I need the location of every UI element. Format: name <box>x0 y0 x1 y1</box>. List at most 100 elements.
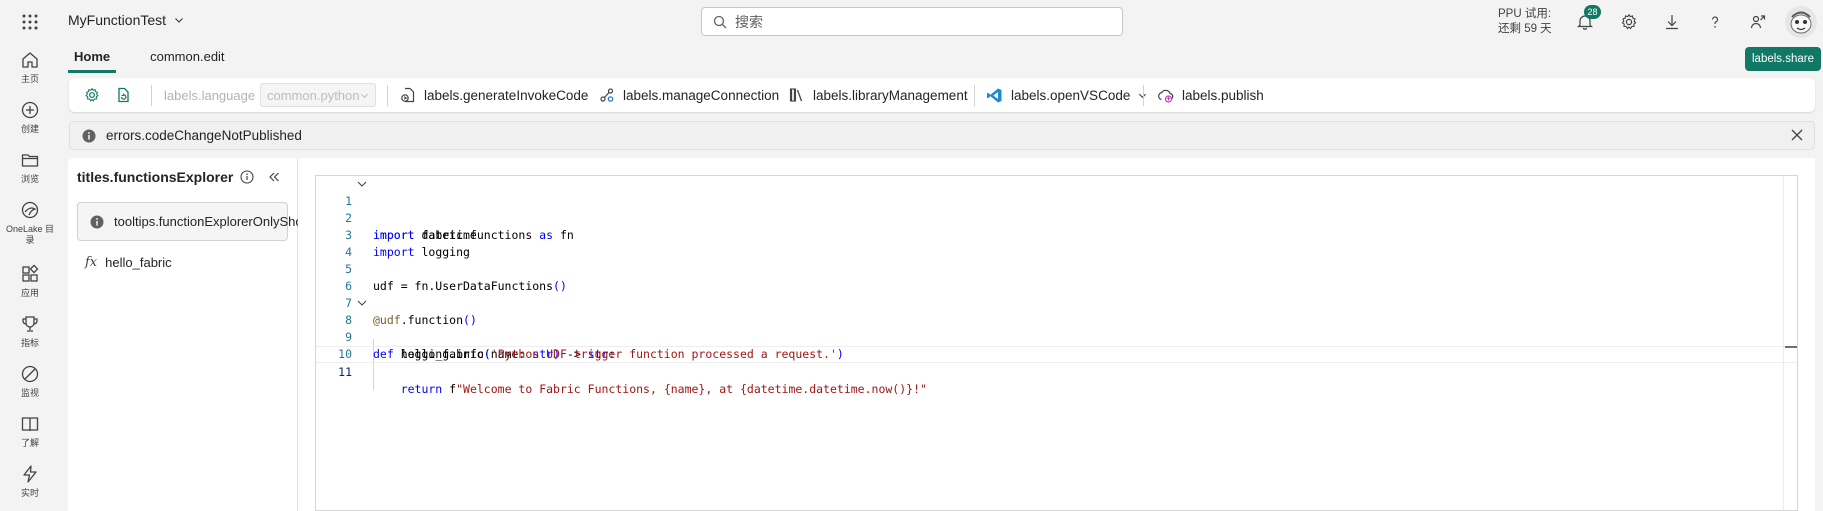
code-line: 6 <box>316 261 1797 293</box>
double-chevron-left-icon <box>267 170 281 184</box>
ribbon-tabs: Home common.edit <box>68 45 231 75</box>
apps-icon <box>20 264 40 284</box>
tooltip-text: tooltips.functionExplorerOnlyShow <box>114 214 312 229</box>
function-fx-icon: fx <box>85 255 98 270</box>
code-token: return <box>373 382 443 396</box>
function-name: hello_fabric <box>105 255 172 270</box>
nav-label-monitor: 监视 <box>20 388 39 398</box>
gear-icon <box>84 87 100 103</box>
open-vscode-button[interactable]: labels.openVSCode <box>986 78 1147 112</box>
share-feedback-button[interactable] <box>1746 10 1770 34</box>
nav-label-home: 主页 <box>20 74 39 84</box>
editor-scrollbar[interactable] <box>1783 176 1797 510</box>
code-editor[interactable]: 1 import datetime 2 import fabric.functi… <box>315 175 1798 511</box>
code-line: 8 def hello_fabric(name: str) -> str: <box>316 295 1797 361</box>
scrollbar-cursor-marker <box>1785 346 1797 348</box>
search-input[interactable] <box>735 13 1115 30</box>
nav-item-apps[interactable]: 应用 <box>0 264 60 299</box>
monitor-icon <box>20 364 40 384</box>
tab-edit[interactable]: common.edit <box>144 45 230 73</box>
code-line: 2 import fabric.functions as fn <box>316 193 1797 242</box>
tab-home[interactable]: Home <box>68 45 117 73</box>
nav-item-home[interactable]: 主页 <box>0 50 60 85</box>
code-line: 5 udf = fn.UserDataFunctions() <box>316 244 1797 293</box>
workspace-selector[interactable]: MyFunctionTest <box>68 12 184 28</box>
nav-item-monitor[interactable]: 监视 <box>0 364 60 399</box>
trial-status[interactable]: PPU 试用: 还剩 59 天 <box>1498 7 1552 37</box>
nav-item-browse[interactable]: 浏览 <box>0 150 60 185</box>
trial-days-remaining: 还剩 59 天 <box>1498 23 1552 35</box>
fold-chevron-icon[interactable] <box>357 179 367 189</box>
download-button[interactable] <box>1660 10 1684 34</box>
lightning-icon <box>20 464 40 484</box>
trophy-icon <box>20 314 40 334</box>
code-line: 7 @udf.function() <box>316 278 1797 327</box>
ribbon-divider <box>387 85 388 106</box>
code-file-icon <box>400 87 416 103</box>
question-mark-icon <box>1706 13 1724 31</box>
search-box[interactable] <box>701 7 1123 36</box>
trial-label: PPU 试用: <box>1498 8 1552 20</box>
publish-label: labels.publish <box>1182 87 1264 103</box>
code-line: 10 <box>316 329 1797 361</box>
language-label: labels.language <box>164 87 256 103</box>
library-icon <box>789 87 805 103</box>
functions-explorer-panel: titles.functionsExplorer tooltips.functi… <box>68 158 312 511</box>
nav-item-realtime[interactable]: 实时 <box>0 464 60 499</box>
explorer-tooltip: tooltips.functionExplorerOnlyShow <box>77 202 312 241</box>
generate-invoke-code-button[interactable]: labels.generateInvokeCode <box>400 78 588 112</box>
nav-item-learn[interactable]: 了解 <box>0 414 60 449</box>
home-icon <box>20 50 40 70</box>
library-management-button[interactable]: labels.libraryManagement <box>789 78 968 112</box>
library-management-label: labels.libraryManagement <box>813 87 968 103</box>
refresh-file-button[interactable] <box>115 78 131 112</box>
nav-item-onelake[interactable]: OneLake 目录 <box>0 200 60 246</box>
top-bar: MyFunctionTest PPU 试用: 还剩 59 天 28 <box>0 0 1823 44</box>
fold-chevron-icon[interactable] <box>357 298 367 308</box>
file-sync-icon <box>115 87 131 103</box>
language-select: common.python <box>260 83 376 107</box>
create-icon <box>20 100 40 120</box>
nav-label-learn: 了解 <box>20 438 39 448</box>
info-outline-icon[interactable] <box>240 170 254 184</box>
download-icon <box>1663 13 1681 31</box>
function-item-hello-fabric[interactable]: fx hello_fabric <box>85 255 172 270</box>
nav-label-metrics: 指标 <box>20 338 39 348</box>
nav-item-create[interactable]: 创建 <box>0 100 60 135</box>
gear-icon <box>1620 13 1638 31</box>
left-navigation: 主页 创建 浏览 OneLake 目录 应用 指标 监视 了解 实时 <box>0 44 60 511</box>
help-button[interactable] <box>1703 10 1727 34</box>
share-button[interactable]: labels.share <box>1745 47 1822 71</box>
close-icon[interactable] <box>1790 128 1804 142</box>
notifications-button[interactable]: 28 <box>1573 5 1601 34</box>
nav-label-browse: 浏览 <box>20 174 39 184</box>
editor-area: 1 import datetime 2 import fabric.functi… <box>298 158 1815 511</box>
app-launcher-icon[interactable] <box>20 12 40 32</box>
vscode-icon <box>986 87 1003 104</box>
code-line: 9 logging.info('Python UDF trigger funct… <box>316 312 1797 361</box>
people-share-icon <box>1749 13 1767 31</box>
user-avatar[interactable] <box>1785 6 1817 38</box>
onelake-icon <box>20 200 40 220</box>
settings-button[interactable] <box>1617 10 1641 34</box>
nav-label-realtime: 实时 <box>20 488 39 498</box>
code-token: "Welcome to Fabric Functions, {name}, at… <box>456 382 927 396</box>
ribbon-divider <box>1143 85 1144 106</box>
current-code-line: 11 return f"Welcome to Fabric Functions,… <box>316 346 1797 396</box>
book-icon <box>20 414 40 434</box>
folder-icon <box>20 150 40 170</box>
publish-button[interactable]: labels.publish <box>1157 78 1264 112</box>
generate-invoke-code-label: labels.generateInvokeCode <box>424 87 589 103</box>
code-line: 1 import datetime <box>316 176 1797 242</box>
ribbon-divider <box>974 85 975 106</box>
search-icon <box>713 15 727 29</box>
ribbon-divider <box>151 85 152 106</box>
explorer-title-text: titles.functionsExplorer <box>77 169 234 185</box>
manage-connection-button[interactable]: labels.manageConnection <box>599 78 779 112</box>
collapse-panel-button[interactable] <box>267 170 281 184</box>
explorer-title: titles.functionsExplorer <box>77 169 254 185</box>
open-vscode-label: labels.openVSCode <box>1011 87 1131 103</box>
settings-ribbon-button[interactable] <box>84 78 100 112</box>
code-token: f <box>442 382 457 396</box>
nav-item-metrics[interactable]: 指标 <box>0 314 60 349</box>
